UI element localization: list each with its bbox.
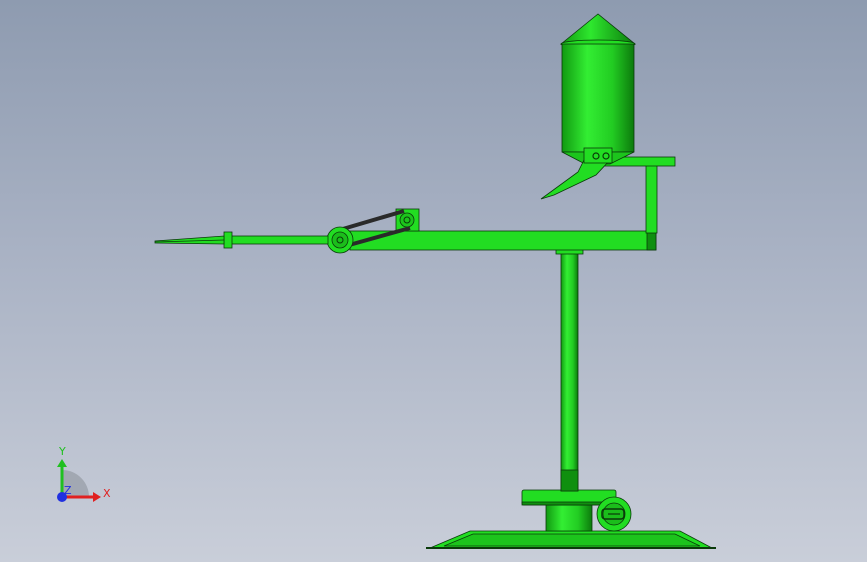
- z-axis-label: Z: [64, 484, 72, 497]
- y-axis-label: Y: [58, 445, 66, 458]
- graphics-viewport[interactable]: Y X Z: [0, 0, 867, 562]
- drive-wheel[interactable]: [596, 496, 632, 532]
- x-axis-arrowhead: [93, 492, 101, 502]
- y-axis-arrowhead: [57, 459, 67, 467]
- base-plate[interactable]: [426, 530, 716, 549]
- seed-hopper[interactable]: [540, 13, 637, 200]
- x-axis-label: X: [103, 487, 111, 500]
- vertical-column[interactable]: [555, 240, 584, 492]
- coordinate-triad: Y X Z: [57, 445, 111, 502]
- nozzle-arm[interactable]: [154, 231, 329, 249]
- sprinkler-assembly[interactable]: [154, 13, 716, 549]
